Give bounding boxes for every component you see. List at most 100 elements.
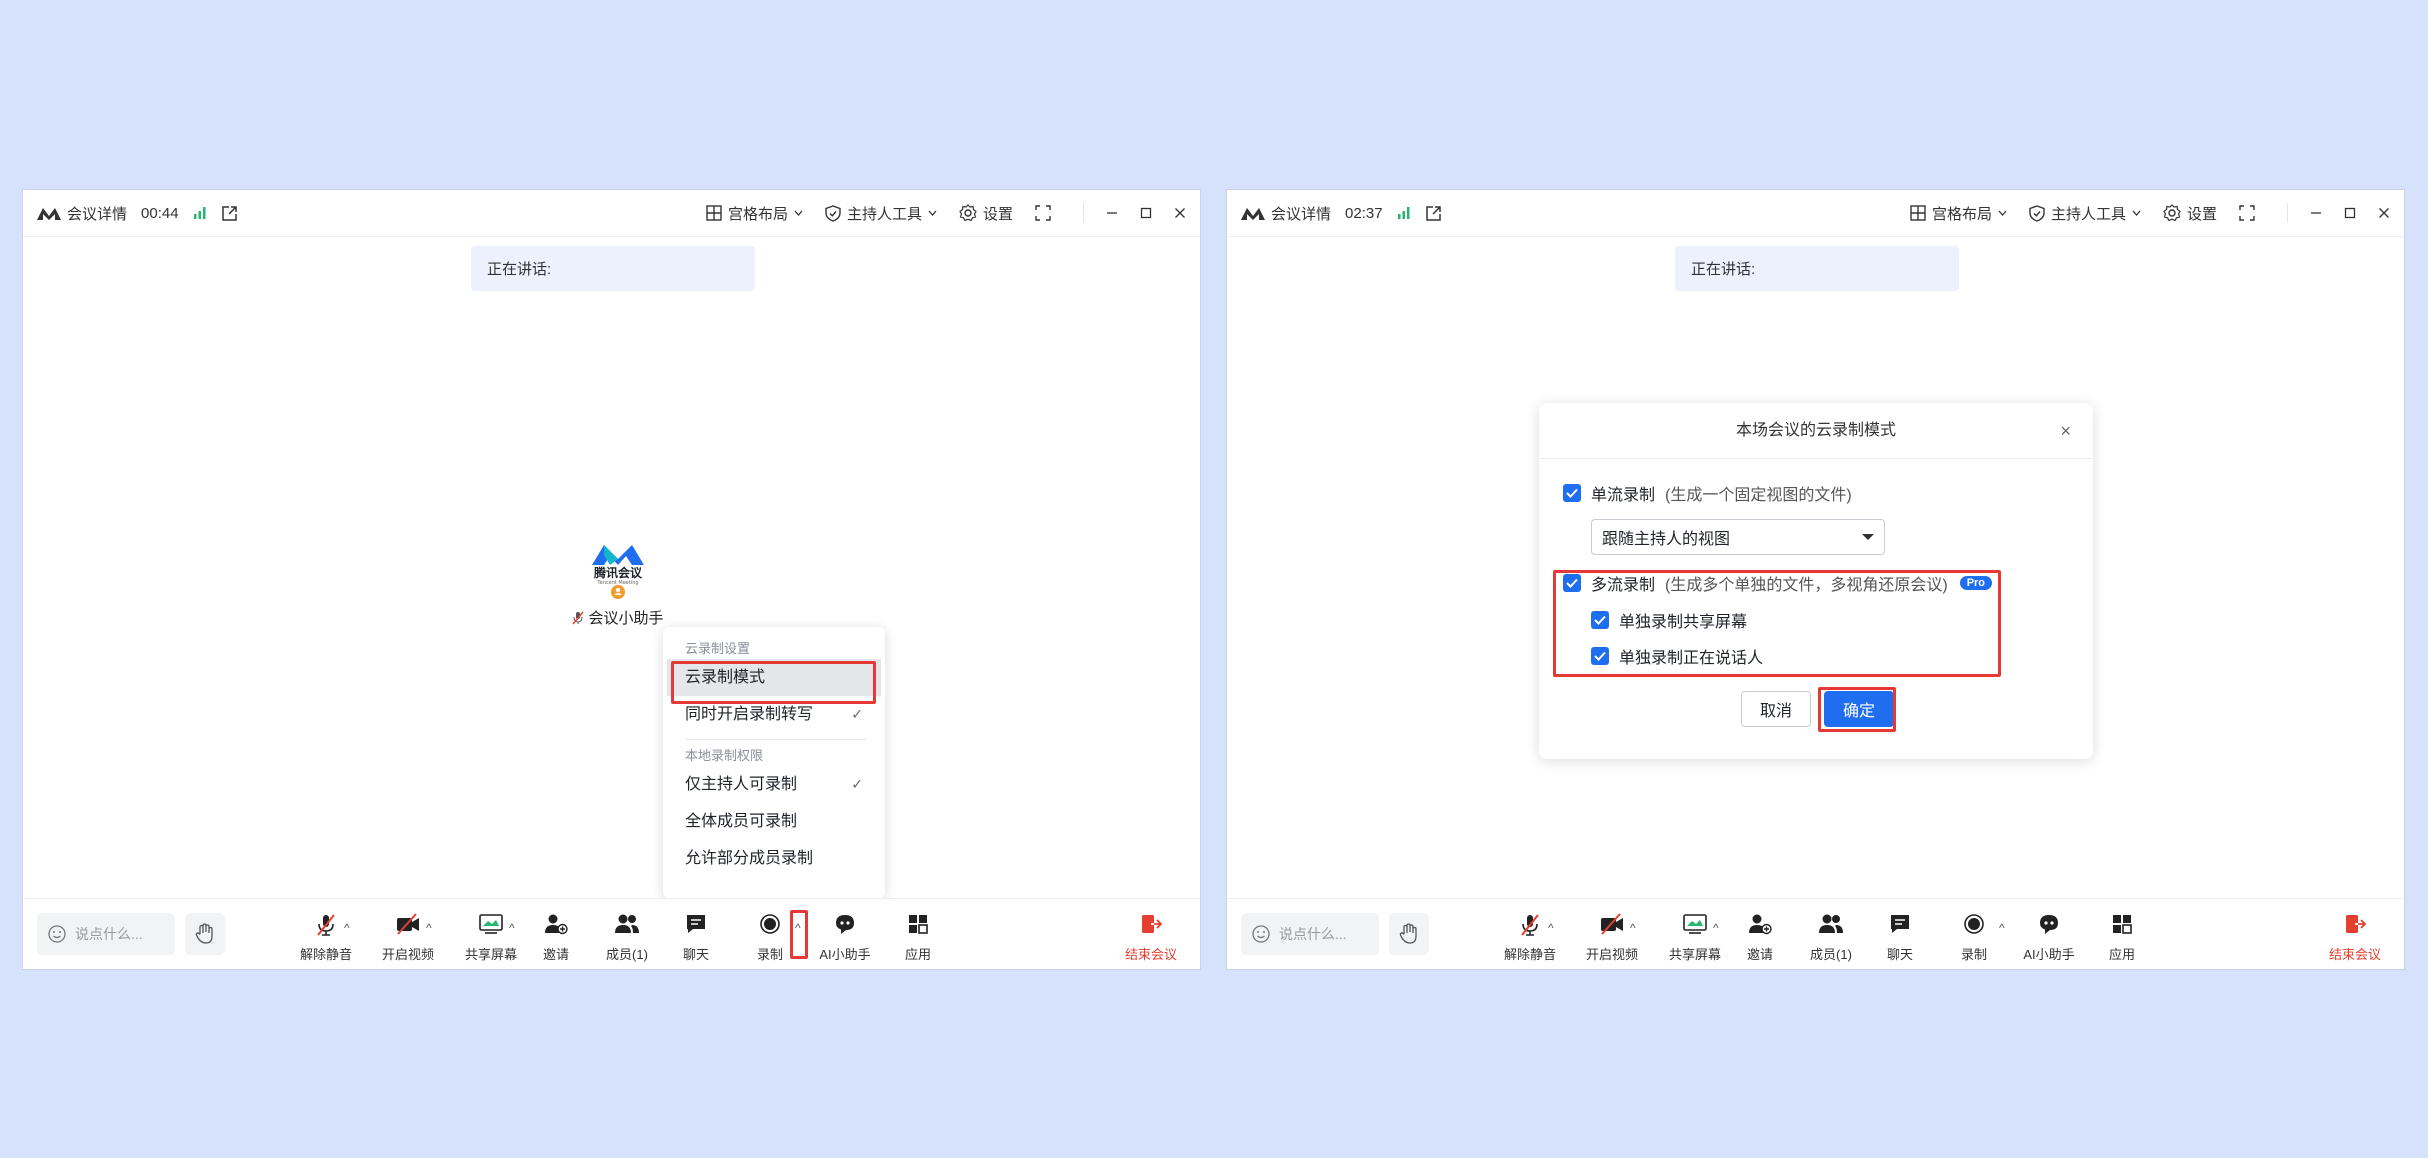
minimize-icon[interactable] (1106, 207, 1118, 219)
invite-button[interactable]: 邀请 (1725, 913, 1795, 963)
single-stream-option[interactable]: 单流录制 (生成一个固定视图的文件) (1563, 481, 1852, 505)
camera-off-icon (396, 913, 420, 937)
settings-button[interactable]: 设置 (2163, 203, 2217, 224)
chevron-down-icon (928, 210, 937, 216)
apps-icon (907, 913, 929, 937)
meeting-window-right: 会议详情 02:37 宫格布局 主持人工具 设置 正在讲话: 本场会议的云录制模… (1226, 189, 2405, 970)
members-button[interactable]: 成员(1) (592, 913, 662, 963)
check-icon: ✓ (851, 776, 863, 792)
start-video-button[interactable]: 开启视频 (373, 913, 443, 963)
tencent-meeting-logo-icon (1241, 206, 1265, 220)
ai-assistant-label: AI小助手 (819, 947, 871, 962)
tencent-meeting-logo: 腾讯会议 Tencent Meeting (580, 525, 656, 601)
shield-icon (825, 204, 841, 222)
emoji-icon (47, 924, 67, 944)
chat-quick-input[interactable]: 说点什么... (1241, 913, 1379, 955)
cancel-button[interactable]: 取消 (1741, 691, 1811, 727)
layout-menu[interactable]: 宫格布局 (1910, 203, 2007, 224)
unmute-button[interactable]: 解除静音 (1495, 913, 1565, 963)
menu-item-host-only[interactable]: 仅主持人可录制 ✓ (663, 766, 885, 803)
assistant-tile: 腾讯会议 Tencent Meeting 会议小助手 (563, 525, 673, 628)
close-icon[interactable] (2378, 207, 2390, 219)
share-screen-button[interactable]: 共享屏幕 (1660, 913, 1730, 963)
exit-icon (2344, 913, 2366, 937)
chat-quick-input[interactable]: 说点什么... (37, 913, 175, 955)
settings-button[interactable]: 设置 (959, 203, 1013, 224)
unmute-button[interactable]: 解除静音 (291, 913, 361, 963)
menu-item-all-members[interactable]: 全体成员可录制 (663, 803, 885, 840)
title-bar: 会议详情 00:44 宫格布局 主持人工具 设置 (23, 190, 1200, 237)
mic-muted-icon (1519, 913, 1541, 937)
apps-button[interactable]: 应用 (2087, 913, 2157, 963)
meeting-details-button[interactable]: 会议详情 (1241, 203, 1331, 224)
view-select[interactable]: 跟随主持人的视图 (1591, 519, 1885, 555)
share-link-icon[interactable] (1425, 205, 1442, 222)
emoji-icon (1251, 924, 1271, 944)
members-button[interactable]: 成员(1) (1796, 913, 1866, 963)
end-meeting-label: 结束会议 (1124, 947, 1177, 962)
chat-icon (1889, 913, 1911, 937)
host-tools-menu[interactable]: 主持人工具 (825, 203, 937, 224)
layout-menu[interactable]: 宫格布局 (706, 203, 803, 224)
apps-button[interactable]: 应用 (883, 913, 953, 963)
grid-icon (1910, 205, 1926, 221)
ai-assistant-button[interactable]: AI小助手 (810, 913, 880, 963)
signal-icon (193, 206, 207, 220)
menu-item-partial-members[interactable]: 允许部分成员录制 (663, 840, 885, 877)
hand-icon (1399, 923, 1419, 945)
close-icon[interactable] (1174, 207, 1186, 219)
apps-label: 应用 (2108, 947, 2135, 962)
record-options-chevron-icon[interactable]: ^ (1999, 921, 2005, 935)
settings-label: 设置 (2186, 205, 2217, 223)
share-screen-label: 共享屏幕 (464, 947, 517, 962)
members-icon (1818, 913, 1844, 937)
chat-button[interactable]: 聊天 (661, 913, 731, 963)
chevron-down-icon (1998, 210, 2007, 216)
view-select-value: 跟随主持人的视图 (1602, 531, 1731, 548)
chevron-up-icon[interactable]: ^ (1630, 921, 1636, 935)
shield-icon (2029, 204, 2045, 222)
start-video-label: 开启视频 (1585, 947, 1638, 962)
maximize-icon[interactable] (2344, 207, 2356, 219)
members-label: 成员(1) (606, 947, 648, 962)
chat-button[interactable]: 聊天 (1865, 913, 1935, 963)
share-screen-button[interactable]: 共享屏幕 (456, 913, 526, 963)
share-screen-icon (1683, 913, 1707, 937)
fullscreen-icon[interactable] (2239, 205, 2255, 221)
host-tools-menu[interactable]: 主持人工具 (2029, 203, 2141, 224)
single-stream-note: (生成一个固定视图的文件) (1665, 487, 1852, 504)
dialog-title: 本场会议的云录制模式 (1735, 422, 1896, 439)
chevron-up-icon[interactable]: ^ (509, 921, 515, 935)
meeting-details-button[interactable]: 会议详情 (37, 203, 127, 224)
minimize-icon[interactable] (2310, 207, 2322, 219)
ai-assistant-button[interactable]: AI小助手 (2014, 913, 2084, 963)
chevron-up-icon[interactable]: ^ (1548, 921, 1554, 935)
checkbox-checked-icon[interactable] (1563, 484, 1581, 502)
meeting-timer: 00:44 (141, 204, 179, 222)
share-link-icon[interactable] (221, 205, 238, 222)
close-icon[interactable]: × (2060, 403, 2071, 459)
speaking-indicator: 正在讲话: (1675, 246, 1959, 291)
fullscreen-icon[interactable] (1035, 205, 1051, 221)
chevron-up-icon[interactable]: ^ (1713, 921, 1719, 935)
mic-muted-icon (572, 611, 585, 625)
unmute-label: 解除静音 (299, 947, 352, 962)
end-meeting-button[interactable]: 结束会议 (1116, 913, 1186, 963)
start-video-button[interactable]: 开启视频 (1577, 913, 1647, 963)
end-meeting-button[interactable]: 结束会议 (2320, 913, 2390, 963)
chevron-up-icon[interactable]: ^ (426, 921, 432, 935)
add-person-icon (1748, 913, 1772, 937)
chevron-down-icon (2132, 210, 2141, 216)
raise-hand-button[interactable] (185, 913, 225, 955)
members-icon (614, 913, 640, 937)
raise-hand-button[interactable] (1389, 913, 1429, 955)
record-icon (1963, 913, 1985, 937)
maximize-icon[interactable] (1140, 207, 1152, 219)
add-person-icon (544, 913, 568, 937)
chevron-up-icon[interactable]: ^ (344, 921, 350, 935)
invite-label: 邀请 (1746, 947, 1773, 962)
invite-button[interactable]: 邀请 (521, 913, 591, 963)
unmute-label: 解除静音 (1503, 947, 1556, 962)
ai-assistant-icon (2037, 913, 2061, 937)
share-screen-icon (479, 913, 503, 937)
